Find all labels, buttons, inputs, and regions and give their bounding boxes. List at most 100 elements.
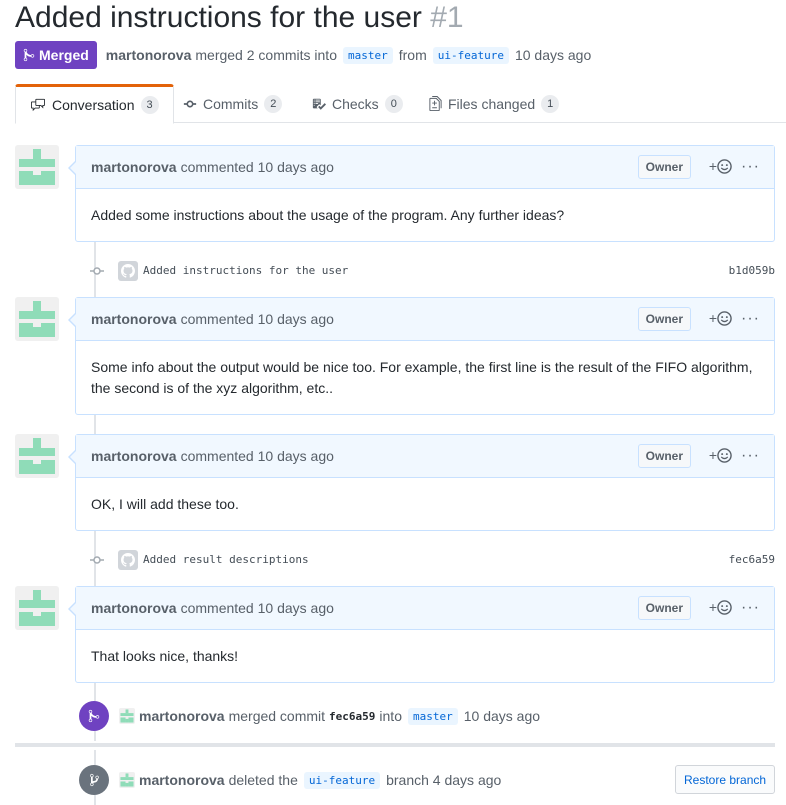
pr-author-link[interactable]: martonorova	[106, 47, 192, 63]
comment-body: OK, I will add these too.	[91, 496, 239, 512]
merge-target-branch[interactable]: master	[407, 707, 458, 725]
merged-label: Merged	[39, 47, 89, 63]
delete-branch-event: martonorova deleted the ui-feature branc…	[79, 764, 501, 796]
comment-body: Added some instructions about the usage …	[91, 207, 565, 223]
comment-discussion-icon	[31, 98, 45, 112]
add-reaction-button[interactable]: +	[709, 447, 732, 463]
kebab-menu-icon[interactable]: ···	[741, 447, 760, 465]
smiley-icon	[717, 158, 732, 174]
event-action: deleted the	[228, 772, 298, 788]
commit-sha-link[interactable]: fec6a59	[729, 553, 775, 566]
comment-author[interactable]: martonorova	[91, 159, 177, 175]
github-avatar-icon	[118, 550, 138, 570]
add-reaction-button[interactable]: +	[709, 310, 732, 326]
tab-label: Commits	[203, 95, 259, 112]
event-suffix: branch 4 days ago	[386, 772, 502, 788]
comment-body: That looks nice, thanks!	[91, 648, 239, 664]
smiley-icon	[717, 447, 732, 463]
tab-label: Conversation	[52, 97, 135, 113]
git-commit-icon	[90, 556, 104, 564]
identicon-avatar	[15, 297, 59, 341]
avatar[interactable]	[15, 145, 59, 189]
pr-number: #1	[430, 1, 464, 34]
restore-branch-button[interactable]: Restore branch	[675, 765, 776, 794]
tab-label: Checks	[332, 95, 379, 112]
head-branch[interactable]: ui-feature	[432, 46, 509, 64]
git-commit-icon	[90, 267, 104, 275]
base-branch[interactable]: master	[342, 46, 393, 64]
comment-header: martonorova commented 10 days ago Owner …	[76, 587, 774, 630]
avatar[interactable]	[15, 434, 59, 478]
owner-label: Owner	[637, 596, 691, 620]
comment-timestamp[interactable]: commented 10 days ago	[181, 600, 334, 616]
avatar[interactable]	[15, 586, 59, 630]
pr-title: Added instructions for the user #1	[15, 0, 464, 36]
event-author[interactable]: martonorova	[139, 708, 225, 724]
event-author[interactable]: martonorova	[139, 772, 225, 788]
kebab-menu-icon[interactable]: ···	[741, 599, 760, 617]
comment-header: martonorova commented 10 days ago Owner …	[76, 298, 774, 341]
merged-state-badge: Merged	[15, 41, 97, 69]
tab-commits[interactable]: Commits 2	[183, 84, 283, 123]
kebab-menu-icon[interactable]: ···	[741, 310, 760, 328]
smiley-icon	[717, 310, 732, 326]
merge-event: martonorova merged commit fec6a59 into m…	[79, 700, 540, 732]
tab-conversation[interactable]: Conversation 3	[15, 84, 174, 124]
github-avatar-icon	[118, 261, 138, 281]
pr-title-text: Added instructions for the user	[15, 1, 422, 34]
identicon-avatar	[15, 145, 59, 189]
git-merge-icon	[79, 701, 109, 731]
event-time[interactable]: 10 days ago	[464, 708, 540, 724]
comment: martonorova commented 10 days ago Owner …	[68, 297, 775, 415]
owner-label: Owner	[637, 155, 691, 179]
comment-header: martonorova commented 10 days ago Owner …	[76, 146, 774, 189]
timeline-line	[94, 415, 96, 435]
owner-label: Owner	[637, 307, 691, 331]
timeline-divider	[15, 743, 775, 747]
add-reaction-button[interactable]: +	[709, 599, 732, 615]
checklist-icon	[312, 98, 326, 110]
comment-author[interactable]: martonorova	[91, 311, 177, 327]
comment-timestamp[interactable]: commented 10 days ago	[181, 159, 334, 175]
pr-meta: Merged martonorova merged 2 commits into…	[15, 41, 591, 69]
pr-time: 10 days ago	[514, 47, 592, 63]
mini-avatar[interactable]	[119, 772, 135, 788]
tab-checks[interactable]: Checks 0	[312, 84, 403, 123]
owner-label: Owner	[637, 444, 691, 468]
tab-counter: 1	[541, 94, 560, 113]
avatar[interactable]	[15, 297, 59, 341]
merge-commit-sha[interactable]: fec6a59	[329, 710, 375, 723]
from-text: from	[398, 47, 427, 63]
event-into: into	[379, 708, 402, 724]
add-reaction-button[interactable]: +	[709, 158, 732, 174]
identicon-avatar	[15, 586, 59, 630]
comment-author[interactable]: martonorova	[91, 448, 177, 464]
deleted-branch: ui-feature	[303, 771, 381, 789]
git-commit-icon	[183, 100, 197, 107]
commit-item: Added result descriptions fec6a59	[75, 547, 775, 573]
diff-icon	[429, 96, 442, 111]
tab-counter: 0	[384, 94, 403, 113]
comment: martonorova commented 10 days ago Owner …	[68, 586, 775, 683]
event-action: merged commit	[228, 708, 326, 724]
tab-label: Files changed	[448, 95, 536, 112]
comment-timestamp[interactable]: commented 10 days ago	[181, 311, 334, 327]
tab-files-changed[interactable]: Files changed 1	[429, 84, 560, 123]
commit-sha-link[interactable]: b1d059b	[729, 264, 775, 277]
comment-timestamp[interactable]: commented 10 days ago	[181, 448, 334, 464]
comment-author[interactable]: martonorova	[91, 600, 177, 616]
smiley-icon	[717, 599, 732, 615]
identicon-avatar	[15, 434, 59, 478]
git-branch-icon	[79, 765, 109, 795]
comment: martonorova commented 10 days ago Owner …	[68, 145, 775, 242]
kebab-menu-icon[interactable]: ···	[741, 158, 760, 176]
pr-tabs: Conversation 3 Commits 2 Checks 0 Files …	[15, 84, 786, 124]
merge-text: merged 2 commits into	[195, 47, 337, 63]
git-merge-icon	[23, 48, 35, 62]
tab-counter: 3	[140, 96, 159, 114]
comment-header: martonorova commented 10 days ago Owner …	[76, 435, 774, 478]
commit-message-link[interactable]: Added result descriptions	[143, 553, 309, 566]
comment-body: Some info about the output would be nice…	[91, 359, 753, 396]
mini-avatar[interactable]	[119, 708, 135, 724]
commit-message-link[interactable]: Added instructions for the user	[143, 264, 348, 277]
